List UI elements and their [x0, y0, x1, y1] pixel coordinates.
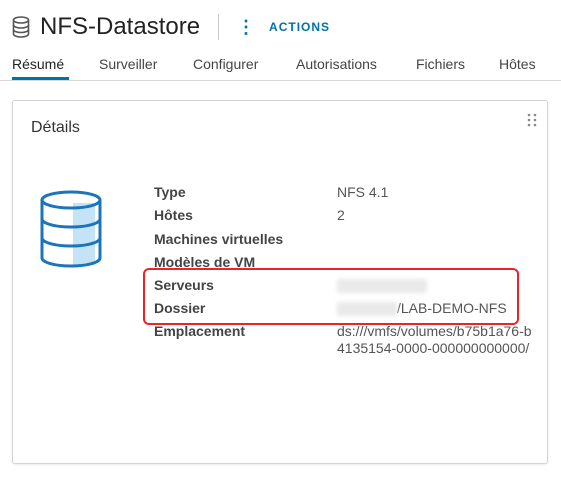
drag-handle-icon[interactable]	[527, 113, 537, 129]
tab-permissions[interactable]: Autorisations	[296, 56, 377, 72]
detail-key-vms: Machines virtuelles	[154, 231, 284, 247]
detail-key-location: Emplacement	[154, 323, 246, 339]
tab-files[interactable]: Fichiers	[416, 56, 465, 72]
datastore-icon	[12, 16, 30, 38]
more-vertical-icon: ⋮	[237, 17, 256, 37]
page-title: NFS-Datastore	[40, 13, 201, 40]
tab-summary[interactable]: Résumé	[12, 56, 64, 72]
datastore-large-icon	[39, 189, 103, 271]
actions-label: ACTIONS	[269, 20, 331, 34]
tab-bar: Résumé Surveiller Configurer Autorisatio…	[0, 50, 561, 81]
tab-monitor[interactable]: Surveiller	[99, 56, 157, 72]
tab-hosts[interactable]: Hôtes	[499, 56, 536, 72]
detail-key-hosts: Hôtes	[154, 207, 193, 223]
details-card: Détails Type NFS 4.1 Hôtes 2 Machines vi…	[12, 100, 548, 464]
detail-key-type: Type	[154, 184, 186, 200]
highlight-box	[143, 268, 519, 325]
tab-configure[interactable]: Configurer	[193, 56, 258, 72]
header-divider	[218, 14, 220, 40]
card-title: Détails	[31, 119, 80, 136]
active-tab-indicator	[12, 77, 69, 80]
detail-value-type: NFS 4.1	[337, 184, 389, 200]
page-header: NFS-Datastore ⋮ ACTIONS	[12, 12, 330, 42]
detail-value-location[interactable]: ds:///vmfs/volumes/b75b1a76-b4135154-000…	[337, 323, 537, 357]
actions-menu-button[interactable]: ⋮ ACTIONS	[237, 18, 330, 36]
detail-value-hosts: 2	[337, 207, 345, 223]
